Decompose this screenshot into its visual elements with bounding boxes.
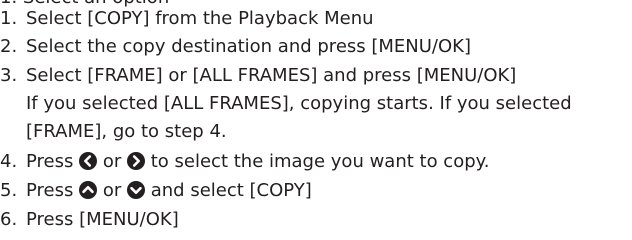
step-number: 3. — [0, 65, 18, 86]
step-text-pre: Press — [26, 180, 74, 201]
step-6: 6. Press [MENU/OK] — [0, 208, 179, 232]
step-number: 5. — [0, 180, 18, 201]
step-text-post: to select the image you want to copy. — [150, 151, 490, 172]
arrow-left-icon — [79, 152, 98, 170]
arrow-up-icon — [79, 181, 98, 199]
step-number: 6. — [0, 209, 18, 230]
step-text-or: or — [102, 180, 122, 201]
step-4: 4. Press or to select the image you want … — [0, 150, 489, 174]
step-text: Select [COPY] from the Playback Menu — [26, 8, 374, 29]
arrow-right-icon — [127, 152, 145, 170]
step-text: Press [MENU/OK] — [26, 209, 179, 230]
step-5: 5. Press or and select [COPY] — [0, 179, 312, 203]
step-text-post: and select [COPY] — [150, 180, 312, 201]
step-3: 3. Select [FRAME] or [ALL FRAMES] and pre… — [0, 64, 516, 88]
step-text-or: or — [102, 151, 122, 172]
step-3-continuation-line-2: [FRAME], go to step 4. — [26, 121, 227, 142]
step-text: Select [FRAME] or [ALL FRAMES] and press… — [26, 65, 517, 86]
step-text-pre: Press — [26, 151, 74, 172]
step-number: 4. — [0, 151, 18, 172]
step-1: 1. Select [COPY] from the Playback Menu — [0, 7, 374, 31]
step-text: Select the copy destination and press [M… — [26, 36, 471, 57]
arrow-down-icon — [127, 181, 145, 199]
step-3-continuation-line-1: If you selected [ALL FRAMES], copying st… — [26, 93, 572, 114]
step-number: 2. — [0, 36, 18, 57]
step-2: 2. Select the copy destination and press … — [0, 35, 471, 59]
step-number: 1. — [0, 8, 18, 29]
